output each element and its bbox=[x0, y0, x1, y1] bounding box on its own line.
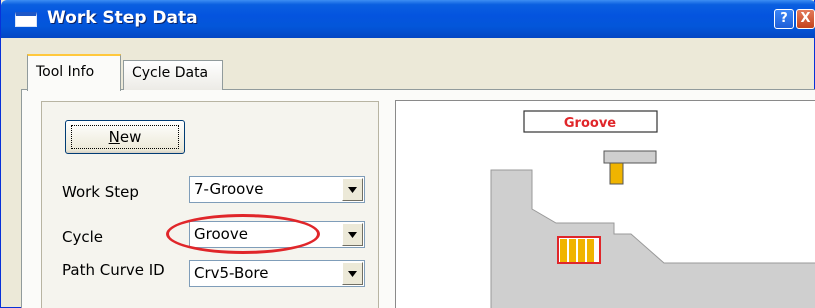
path-curve-id-label: Path Curve ID bbox=[62, 261, 165, 279]
help-button[interactable]: ? bbox=[774, 9, 794, 29]
window-icon bbox=[15, 12, 37, 27]
tab-cycle-data[interactable]: Cycle Data bbox=[123, 60, 223, 90]
new-button-label-rest: ew bbox=[119, 128, 142, 146]
workpiece-profile bbox=[490, 169, 815, 308]
new-button-mnemonic: N bbox=[108, 128, 120, 146]
groove-tool-insert bbox=[609, 162, 624, 185]
new-button[interactable]: New bbox=[65, 120, 185, 154]
title-bar[interactable]: Work Step Data ? X bbox=[1, 0, 815, 38]
tab-tool-info[interactable]: Tool Info bbox=[27, 54, 121, 91]
close-button[interactable]: X bbox=[796, 9, 815, 29]
tool-holder bbox=[603, 150, 657, 164]
groove-diagram: Groove bbox=[490, 110, 815, 308]
path-curve-id-dropdown-button[interactable] bbox=[342, 262, 363, 285]
work-step-select[interactable]: 7-Groove bbox=[189, 176, 365, 203]
preview-caption: Groove bbox=[564, 116, 616, 131]
path-curve-id-value: Crv5-Bore bbox=[194, 264, 269, 282]
window-title: Work Step Data bbox=[47, 8, 198, 28]
cycle-select[interactable]: Groove bbox=[189, 221, 365, 248]
chevron-down-icon bbox=[348, 231, 357, 238]
cycle-dropdown-button[interactable] bbox=[342, 223, 363, 246]
chevron-down-icon bbox=[348, 270, 357, 277]
chevron-down-icon bbox=[348, 186, 357, 193]
new-button-focus: New bbox=[71, 125, 179, 149]
work-step-value: 7-Groove bbox=[194, 180, 264, 198]
work-step-label: Work Step bbox=[62, 183, 139, 201]
cycle-value: Groove bbox=[194, 225, 248, 243]
cycle-label: Cycle bbox=[62, 228, 103, 246]
path-curve-id-select[interactable]: Crv5-Bore bbox=[189, 260, 365, 287]
work-step-dropdown-button[interactable] bbox=[342, 178, 363, 201]
work-step-data-window: Work Step Data ? X Tool Info Cycle Data … bbox=[0, 0, 815, 308]
groove-preview-panel: Groove bbox=[395, 100, 815, 308]
